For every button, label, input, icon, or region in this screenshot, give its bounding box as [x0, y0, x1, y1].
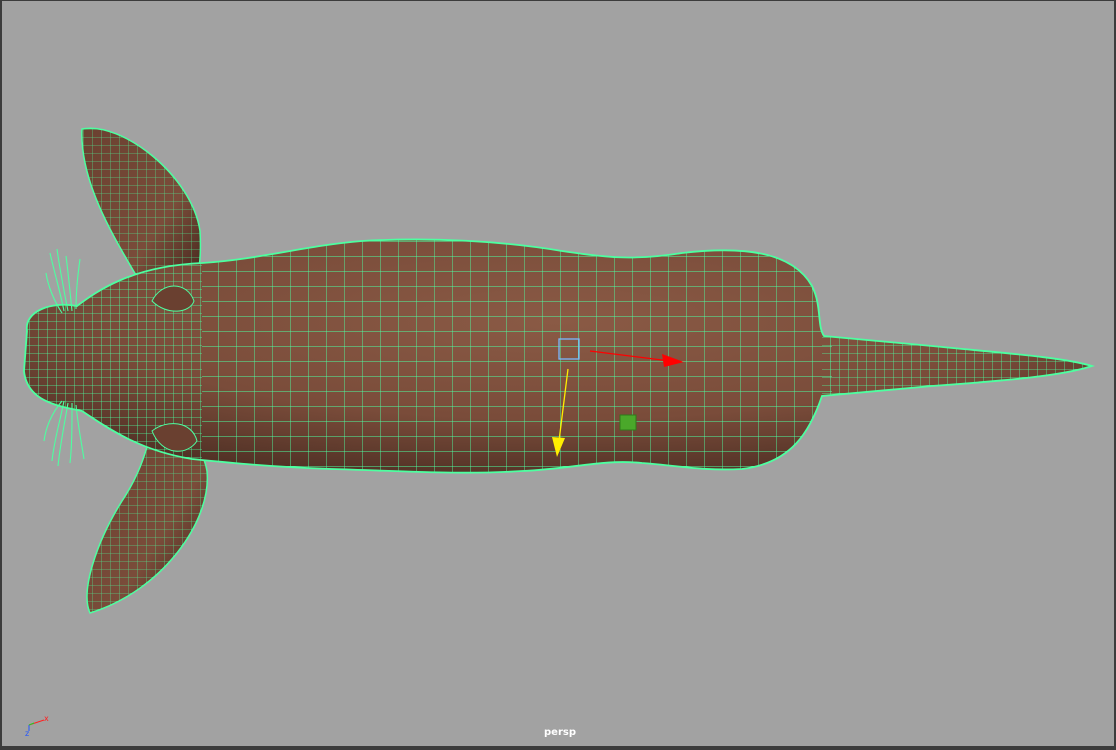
axis-z-label: z [25, 729, 29, 737]
pivot-square[interactable] [619, 414, 637, 431]
axis-x-label: x [44, 714, 49, 723]
view-axis-icon: x z [25, 714, 49, 737]
maya-perspective-viewport[interactable]: x z persp [0, 0, 1116, 750]
model-canvas[interactable] [2, 1, 1116, 750]
